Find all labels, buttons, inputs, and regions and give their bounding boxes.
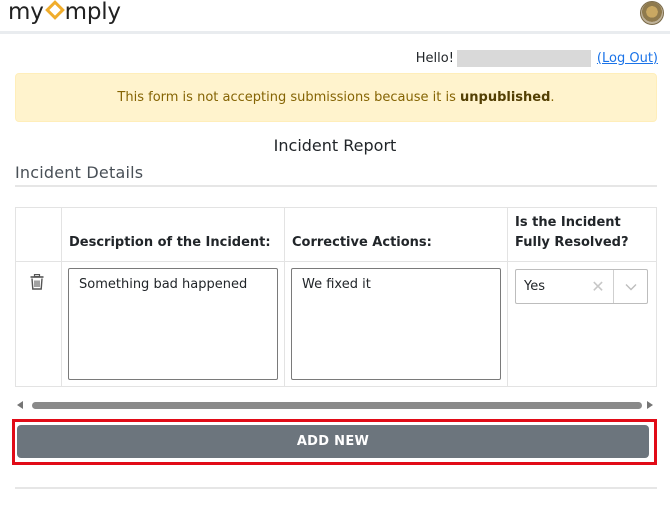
unpublished-alert: This form is not accepting submissions b… [15,73,657,122]
table-row-resolved-cell: Yes ✕ [507,261,657,387]
column-header-resolved: Is the Incident Fully Resolved? [507,207,657,262]
logo-text-suffix: mply [64,0,121,25]
trash-icon[interactable] [30,274,44,290]
app-logo[interactable]: my mply [8,0,121,25]
column-header-corrective-label: Corrective Actions: [292,235,432,250]
top-bar: my mply [0,0,670,31]
column-header-description: Description of the Incident: [61,207,285,262]
table-row-delete-cell [15,261,62,387]
table-row-corrective-cell: We fixed it [284,261,508,387]
header-cell-actions [15,207,62,262]
add-new-button[interactable]: ADD NEW [17,425,649,458]
user-greeting: Hello! (Log Out) [416,49,658,67]
alert-text-after: . [550,90,555,105]
scroll-left-arrow-icon[interactable] [17,401,23,409]
incident-table: Description of the Incident: Corrective … [15,207,657,387]
column-header-resolved-label: Is the Incident Fully Resolved? [515,215,629,250]
logout-link[interactable]: (Log Out) [597,51,658,66]
section-title: Incident Details [15,163,144,182]
user-avatar[interactable] [640,1,664,25]
greeting-text: Hello! [415,50,454,66]
bottom-divider [15,487,657,489]
header-divider [0,31,670,34]
alert-text-before: This form is not accepting submissions b… [117,90,461,105]
section-divider [15,185,657,187]
form-title: Incident Report [273,136,397,155]
corrective-actions-textarea[interactable]: We fixed it [291,268,501,380]
chevron-down-icon[interactable] [614,283,647,291]
table-row-description-cell: Something bad happened [61,261,285,387]
horizontal-scrollbar-thumb[interactable] [32,402,642,409]
scroll-right-arrow-icon[interactable] [647,401,653,409]
redacted-username [456,49,591,67]
column-header-corrective-actions: Corrective Actions: [284,207,508,262]
clear-icon[interactable]: ✕ [583,277,613,296]
resolved-select[interactable]: Yes ✕ [515,269,648,304]
logo-diamond-icon [44,0,65,20]
logo-text-prefix: my [8,0,44,25]
alert-text-bold: unpublished [460,90,551,105]
column-header-description-label: Description of the Incident: [69,235,271,250]
description-textarea[interactable]: Something bad happened [68,268,278,380]
resolved-select-value: Yes [524,279,545,294]
